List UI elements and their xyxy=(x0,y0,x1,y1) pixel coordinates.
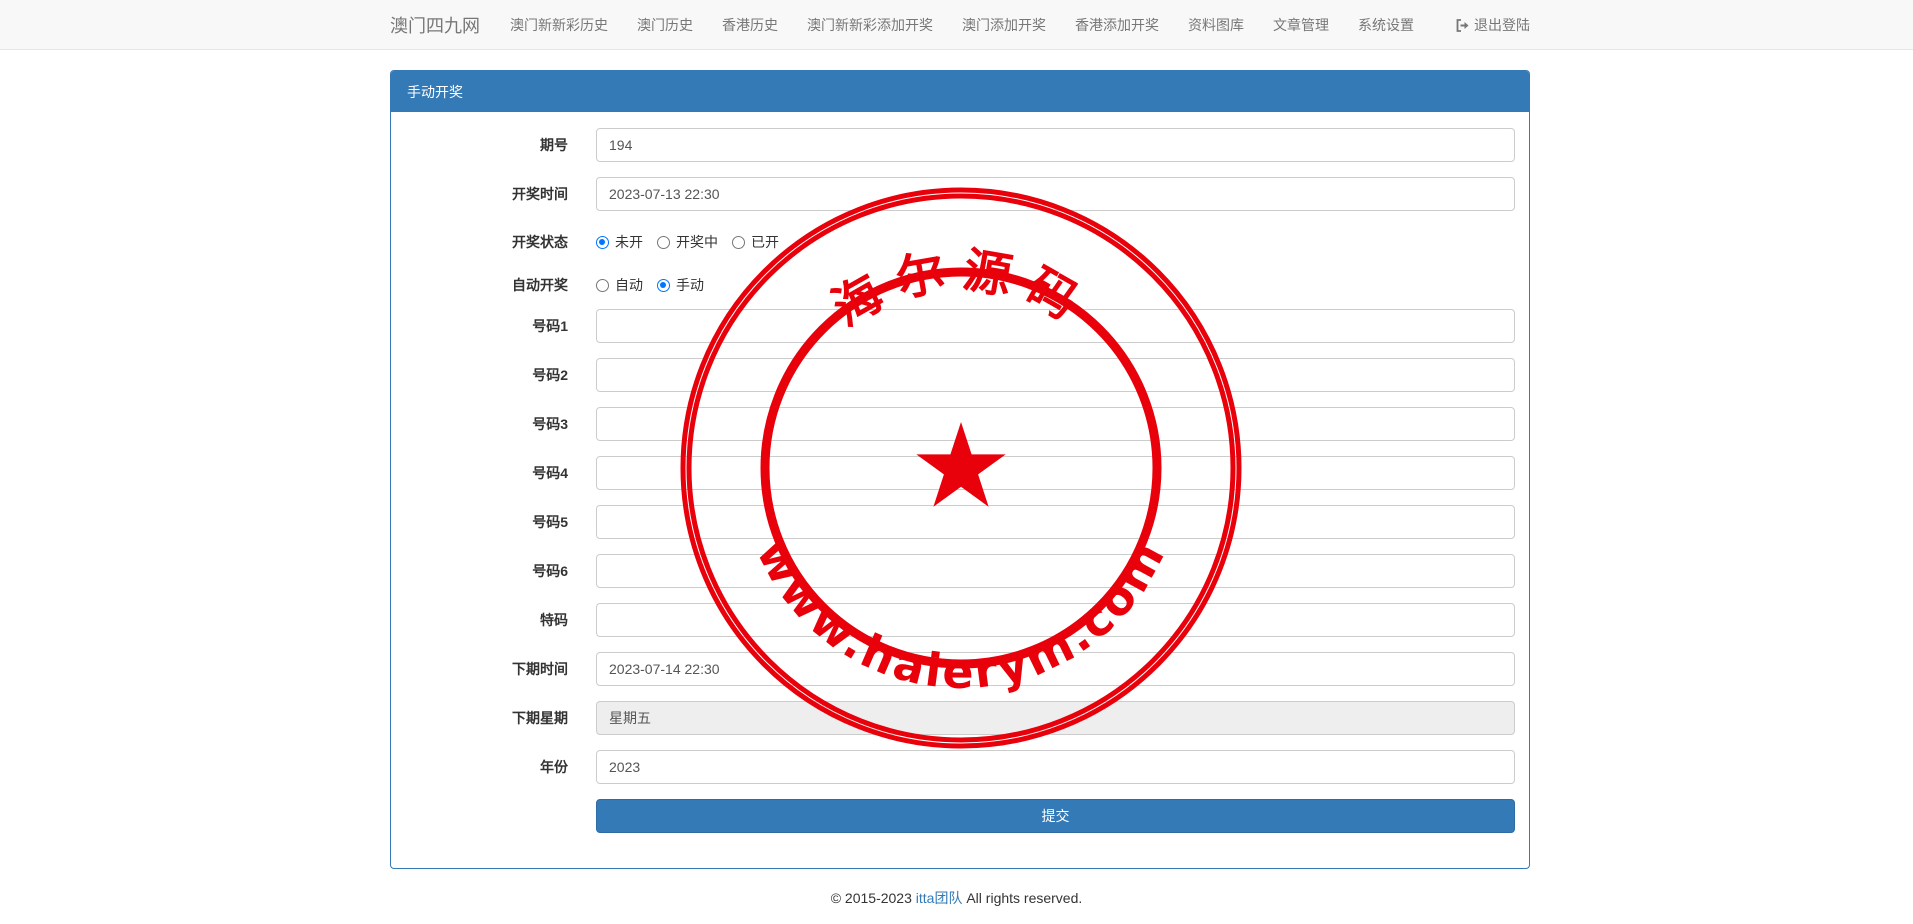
row-number-5: 号码5 xyxy=(391,505,1529,539)
next-weekday-input xyxy=(596,701,1515,735)
brand-link[interactable]: 澳门四九网 xyxy=(390,12,480,38)
radio-checked-icon xyxy=(596,235,609,249)
draw-status-option-label: 开奖中 xyxy=(676,234,718,250)
draw-status-option-drawing[interactable]: 开奖中 xyxy=(657,232,718,252)
number-2-input[interactable] xyxy=(596,358,1515,392)
draw-status-option-label: 未开 xyxy=(615,234,643,250)
panel-title: 手动开奖 xyxy=(391,71,1529,112)
nav-link-macau-add[interactable]: 澳门添加开奖 xyxy=(962,15,1046,35)
nav-link-gallery[interactable]: 资料图库 xyxy=(1188,15,1244,35)
row-number-3: 号码3 xyxy=(391,407,1529,441)
row-issue: 期号 xyxy=(391,128,1529,162)
row-year: 年份 xyxy=(391,750,1529,784)
footer: © 2015-2023 itta团队 All rights reserved. xyxy=(0,888,1913,908)
nav-link-hongkong-add[interactable]: 香港添加开奖 xyxy=(1075,15,1159,35)
navbar-inner: 澳门四九网 澳门新新彩历史 澳门历史 香港历史 澳门新新彩添加开奖 澳门添加开奖… xyxy=(390,0,1530,50)
number-4-input[interactable] xyxy=(596,456,1515,490)
next-time-label: 下期时间 xyxy=(512,661,568,677)
row-draw-status: 开奖状态 未开 开奖中 已开 xyxy=(391,225,1529,259)
footer-team-link[interactable]: itta团队 xyxy=(916,890,963,906)
issue-input[interactable] xyxy=(596,128,1515,162)
number-6-input[interactable] xyxy=(596,554,1515,588)
nav-link-settings[interactable]: 系统设置 xyxy=(1358,15,1414,35)
radio-checked-icon xyxy=(657,278,670,292)
row-auto-draw: 自动开奖 自动 手动 xyxy=(391,268,1529,302)
top-navbar: 澳门四九网 澳门新新彩历史 澳门历史 香港历史 澳门新新彩添加开奖 澳门添加开奖… xyxy=(0,0,1913,50)
draw-status-label: 开奖状态 xyxy=(512,234,568,250)
footer-copyright: © 2015-2023 xyxy=(830,890,916,906)
row-number-2: 号码2 xyxy=(391,358,1529,392)
number-1-input[interactable] xyxy=(596,309,1515,343)
year-input[interactable] xyxy=(596,750,1515,784)
draw-status-option-pending[interactable]: 未开 xyxy=(596,232,643,252)
auto-draw-label: 自动开奖 xyxy=(512,277,568,293)
nav-link-macau-new-history[interactable]: 澳门新新彩历史 xyxy=(510,15,608,35)
draw-status-option-label: 已开 xyxy=(751,234,779,250)
number-3-label: 号码3 xyxy=(532,416,568,432)
nav-link-hongkong-history[interactable]: 香港历史 xyxy=(722,15,778,35)
nav-link-macau-history[interactable]: 澳门历史 xyxy=(637,15,693,35)
number-5-input[interactable] xyxy=(596,505,1515,539)
auto-draw-radio-group: 自动 手动 xyxy=(596,268,718,302)
number-3-input[interactable] xyxy=(596,407,1515,441)
next-weekday-label: 下期星期 xyxy=(512,710,568,726)
row-draw-time: 开奖时间 xyxy=(391,177,1529,211)
row-number-4: 号码4 xyxy=(391,456,1529,490)
issue-label: 期号 xyxy=(540,137,568,153)
draw-time-label: 开奖时间 xyxy=(512,186,568,202)
draw-time-input[interactable] xyxy=(596,177,1515,211)
logout-label: 退出登陆 xyxy=(1474,17,1530,33)
number-2-label: 号码2 xyxy=(532,367,568,383)
manual-draw-panel: 手动开奖 期号 开奖时间 开奖状态 未开 开奖中 已开 自动开奖 xyxy=(390,70,1530,869)
submit-button[interactable]: 提交 xyxy=(596,799,1515,833)
number-6-label: 号码6 xyxy=(532,563,568,579)
draw-status-radio-group: 未开 开奖中 已开 xyxy=(596,225,793,259)
row-number-6: 号码6 xyxy=(391,554,1529,588)
row-next-weekday: 下期星期 xyxy=(391,701,1529,735)
year-label: 年份 xyxy=(540,759,568,775)
logout-link[interactable]: 退出登陆 xyxy=(1456,15,1530,35)
nav-link-articles[interactable]: 文章管理 xyxy=(1273,15,1329,35)
logout-icon xyxy=(1456,18,1469,32)
row-next-time: 下期时间 xyxy=(391,652,1529,686)
special-number-input[interactable] xyxy=(596,603,1515,637)
special-number-label: 特码 xyxy=(540,612,568,628)
auto-draw-option-label: 手动 xyxy=(676,277,704,293)
next-time-input[interactable] xyxy=(596,652,1515,686)
number-4-label: 号码4 xyxy=(532,465,568,481)
draw-status-option-done[interactable]: 已开 xyxy=(732,232,779,252)
row-number-1: 号码1 xyxy=(391,309,1529,343)
nav-link-macau-new-add[interactable]: 澳门新新彩添加开奖 xyxy=(807,15,933,35)
radio-unchecked-icon xyxy=(657,235,670,249)
auto-draw-option-manual[interactable]: 手动 xyxy=(657,275,704,295)
radio-unchecked-icon xyxy=(732,235,745,249)
number-5-label: 号码5 xyxy=(532,514,568,530)
radio-unchecked-icon xyxy=(596,278,609,292)
row-special-number: 特码 xyxy=(391,603,1529,637)
footer-rights: All rights reserved. xyxy=(962,890,1083,906)
auto-draw-option-label: 自动 xyxy=(615,277,643,293)
auto-draw-option-auto[interactable]: 自动 xyxy=(596,275,643,295)
number-1-label: 号码1 xyxy=(532,318,568,334)
